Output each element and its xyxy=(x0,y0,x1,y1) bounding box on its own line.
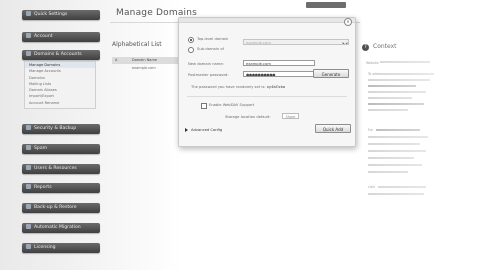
sidebar-domains-accounts[interactable]: Domains & Accounts xyxy=(22,50,100,60)
app-screen: Quick Settings Account Domains & Account… xyxy=(0,0,480,270)
context-text-line xyxy=(368,91,426,93)
password-note: The password you have randomly set is: x… xyxy=(191,85,285,89)
sidebar-submenu: Manage Domains Manage Accounts Domains M… xyxy=(24,61,96,109)
add-domain-dialog: × Top-level domain Sub-domain of example… xyxy=(178,17,356,147)
users-icon xyxy=(26,165,31,170)
sidebar-account[interactable]: Account xyxy=(22,32,100,42)
context-text-line xyxy=(378,186,426,188)
sidebar-automatic-migration[interactable]: Automatic Migration xyxy=(22,223,100,233)
table-row[interactable]: example.com xyxy=(112,65,178,72)
context-text-line xyxy=(380,61,430,63)
header-action-button[interactable] xyxy=(306,2,346,8)
domain-name-label: New domain name: xyxy=(188,62,224,66)
sidebar-quick-settings[interactable]: Quick Settings xyxy=(22,10,100,20)
column-marker: A xyxy=(115,58,118,62)
context-word-to-add: To add xyxy=(368,72,379,76)
password-input[interactable]: ●●●●●●●●●● xyxy=(243,71,315,77)
alphabetical-list-label: Alphabetical List xyxy=(112,41,162,48)
context-panel-title: Context xyxy=(373,43,397,50)
storage-label: Storage location default: xyxy=(225,115,271,119)
context-text-line xyxy=(368,164,422,166)
backup-icon xyxy=(26,204,31,209)
quick-add-button[interactable]: Quick Add xyxy=(315,124,351,133)
context-text-line xyxy=(368,143,420,145)
domain-name-input[interactable]: example.com xyxy=(243,60,315,66)
sidebar-item-account-rename[interactable]: Account Rename xyxy=(25,100,95,106)
domain-list-header: A Domain Name xyxy=(112,57,178,64)
password-note-text: The password you have randomly set is: xyxy=(191,85,266,89)
context-word-click: click xyxy=(368,185,376,189)
sidebar-users-resources[interactable]: Users & Resources xyxy=(22,164,100,174)
webdav-checkbox[interactable] xyxy=(201,103,207,109)
license-icon xyxy=(26,244,31,249)
domains-icon xyxy=(26,51,31,56)
sidebar-licensing[interactable]: Licensing xyxy=(22,243,100,253)
expand-triangle-icon[interactable] xyxy=(185,128,188,132)
sub-domain-radio[interactable] xyxy=(188,47,194,53)
context-text-line xyxy=(378,73,434,75)
top-level-radio[interactable] xyxy=(188,37,194,43)
context-text-line xyxy=(368,79,430,81)
sidebar-security-backup[interactable]: Security & Backup xyxy=(22,124,100,134)
migration-icon xyxy=(26,224,31,229)
webdav-label: Enable WebDAV Support xyxy=(209,103,255,107)
sub-domain-select[interactable]: example.com xyxy=(243,39,349,45)
context-word-website: Website xyxy=(366,61,379,65)
edge-fade-overlay xyxy=(360,0,480,270)
close-icon[interactable]: × xyxy=(344,18,352,26)
dialog-titlebar xyxy=(179,18,355,23)
settings-icon xyxy=(26,11,31,16)
shield-icon xyxy=(26,125,31,130)
sub-domain-select-value: example.com xyxy=(246,41,271,45)
sidebar-spam[interactable]: Spam xyxy=(22,144,100,154)
top-level-label: Top-level domain xyxy=(197,37,229,41)
dialog-divider xyxy=(187,96,347,97)
context-text-line xyxy=(368,103,424,105)
context-text-line xyxy=(368,109,408,111)
context-text-line xyxy=(368,97,412,99)
column-domain-name[interactable]: Domain Name xyxy=(132,57,157,64)
context-text-line xyxy=(368,193,424,195)
spam-icon xyxy=(26,145,31,150)
generate-button[interactable]: Generate xyxy=(313,69,349,78)
password-label: Postmaster password: xyxy=(188,73,229,77)
context-text-line xyxy=(368,171,408,173)
context-text-line xyxy=(368,150,426,152)
help-icon: ? xyxy=(362,44,369,51)
storage-select[interactable]: Share xyxy=(282,113,299,119)
chevron-down-icon xyxy=(342,40,348,44)
context-text-line xyxy=(368,136,428,138)
advanced-config-toggle[interactable]: Advanced Config xyxy=(191,128,222,132)
context-text-line xyxy=(368,85,416,87)
generated-password: xy4bOcka xyxy=(266,85,286,89)
context-text-line xyxy=(376,129,420,131)
reports-icon xyxy=(26,184,31,189)
domain-cell[interactable]: example.com xyxy=(132,65,156,72)
alphabetical-list-heading: Alphabetical List xyxy=(112,41,162,48)
account-icon xyxy=(26,33,31,38)
sidebar-reports[interactable]: Reports xyxy=(22,183,100,193)
context-text-line xyxy=(368,157,414,159)
sidebar-backup-restore[interactable]: Back-up & Restore xyxy=(22,203,100,213)
context-word-for: For xyxy=(368,128,373,132)
sub-domain-label: Sub-domain of xyxy=(197,47,224,51)
